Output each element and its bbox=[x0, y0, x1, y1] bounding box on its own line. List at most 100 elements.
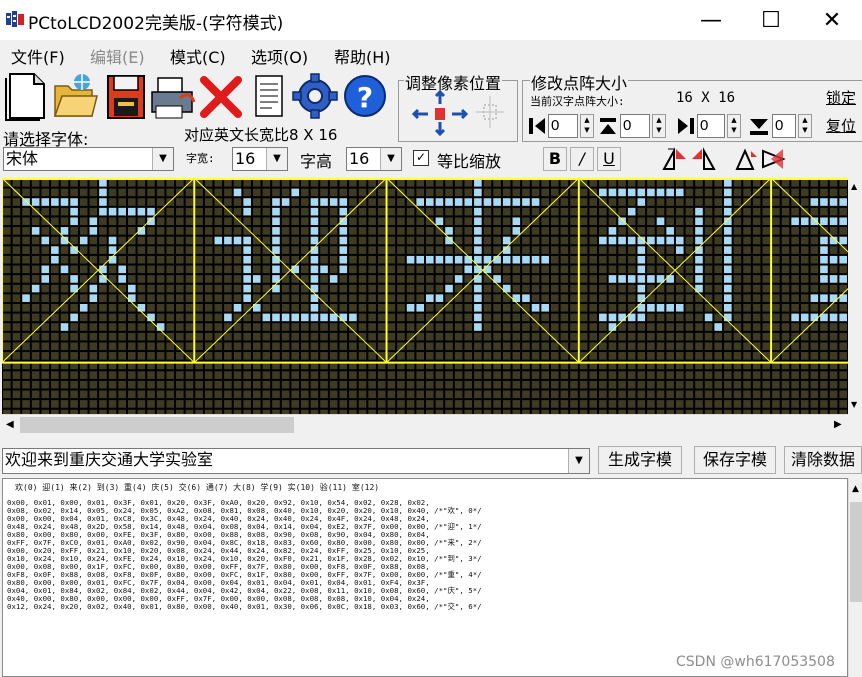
output-vertical-scrollbar[interactable]: ▲ bbox=[848, 478, 862, 677]
grid-dot bbox=[358, 255, 367, 264]
grid-dot bbox=[147, 207, 155, 216]
dot-matrix-grid[interactable] bbox=[2, 178, 848, 414]
print-icon[interactable] bbox=[150, 70, 196, 122]
bold-button[interactable]: B bbox=[543, 147, 567, 171]
lock-button[interactable]: 锁定 bbox=[826, 87, 856, 108]
grid-dot bbox=[79, 313, 88, 322]
flip-vertical-icon[interactable] bbox=[733, 147, 759, 171]
grid-dot bbox=[397, 275, 405, 283]
text-input[interactable]: 欢迎来到重庆交通大学实验室 ▼ bbox=[2, 448, 590, 474]
minimize-button[interactable]: — bbox=[681, 0, 741, 40]
italic-button[interactable]: / bbox=[570, 147, 594, 171]
scroll-left-icon[interactable]: ◀ bbox=[6, 419, 14, 430]
arrow-pad-icon[interactable] bbox=[410, 90, 508, 136]
proportional-checkbox[interactable]: ✓ bbox=[413, 150, 429, 166]
spin-bottom-stepper[interactable]: ▲ ▼ bbox=[798, 114, 812, 138]
scroll-thumb[interactable] bbox=[20, 417, 294, 433]
output-textarea[interactable]: 欢(0) 迎(1) 来(2) 到(3) 重(4) 庆(5) 交(6) 通(7) … bbox=[2, 478, 848, 677]
grid-dot bbox=[493, 179, 501, 187]
spin-bottom[interactable]: 0 bbox=[772, 114, 796, 138]
width-select[interactable]: 16 ▼ bbox=[232, 147, 288, 171]
grid-dot bbox=[79, 303, 88, 312]
grid-dot bbox=[272, 400, 280, 408]
grid-dot bbox=[531, 342, 540, 351]
delete-x-icon[interactable] bbox=[198, 70, 244, 122]
grid-dot bbox=[627, 246, 636, 254]
font-select[interactable]: 宋体 ▼ bbox=[3, 147, 174, 171]
scroll-up-icon[interactable]: ▲ bbox=[852, 484, 859, 494]
spin-left-stepper[interactable]: ▲ ▼ bbox=[580, 114, 594, 138]
grid-vertical-scrollbar[interactable]: ▲ ▼ bbox=[848, 178, 862, 414]
scroll-right-icon[interactable]: ▶ bbox=[834, 419, 842, 430]
grid-dot bbox=[589, 255, 598, 264]
scroll-up-icon[interactable]: ▲ bbox=[851, 182, 857, 191]
reset-button[interactable]: 复位 bbox=[826, 115, 856, 136]
menu-bar: 文件(F) 编辑(E) 模式(C) 选项(O) 帮助(H) bbox=[0, 40, 862, 68]
save-disk-icon[interactable] bbox=[104, 70, 150, 122]
generate-button[interactable]: 生成字模 bbox=[598, 446, 682, 474]
menu-help[interactable]: 帮助(H) bbox=[334, 44, 391, 68]
rotate-icon[interactable] bbox=[761, 147, 787, 171]
grid-dot bbox=[137, 390, 146, 399]
spin-right[interactable]: 0 bbox=[697, 114, 725, 138]
menu-mode[interactable]: 模式(C) bbox=[170, 44, 226, 68]
spin-top-stepper[interactable]: ▲ ▼ bbox=[652, 114, 666, 138]
mirror-left-icon[interactable] bbox=[662, 147, 688, 171]
grid-dot bbox=[291, 255, 300, 264]
scroll-thumb[interactable] bbox=[850, 502, 862, 602]
shrink-left-icon[interactable] bbox=[527, 115, 547, 137]
grid-dot bbox=[252, 188, 261, 197]
grid-dot bbox=[339, 303, 348, 312]
grid-dot bbox=[560, 332, 569, 341]
grid-horizontal-scrollbar[interactable]: ◀ ▶ bbox=[2, 414, 848, 437]
settings-gear-icon[interactable] bbox=[292, 70, 338, 122]
grid-dot bbox=[695, 265, 703, 274]
grid-dot bbox=[724, 275, 732, 283]
new-file-icon[interactable] bbox=[4, 70, 50, 122]
shrink-top-icon[interactable] bbox=[598, 115, 618, 137]
notepad-icon[interactable] bbox=[246, 70, 292, 122]
spin-top[interactable]: 0 bbox=[620, 114, 650, 138]
grid-dot bbox=[772, 275, 780, 283]
height-select[interactable]: 16 ▼ bbox=[346, 147, 402, 171]
grid-canvas[interactable] bbox=[2, 178, 848, 414]
grid-dot bbox=[339, 371, 348, 379]
grid-dot bbox=[445, 390, 453, 399]
grid-dot bbox=[349, 198, 357, 206]
grid-dot bbox=[185, 400, 194, 408]
grid-dot bbox=[599, 246, 607, 254]
grid-dot bbox=[329, 255, 338, 264]
shrink-bottom-icon[interactable] bbox=[748, 115, 770, 137]
maximize-button[interactable]: ☐ bbox=[741, 0, 801, 40]
menu-options[interactable]: 选项(O) bbox=[251, 44, 308, 68]
grid-dot bbox=[522, 294, 530, 302]
close-button[interactable]: ✕ bbox=[802, 0, 862, 40]
grid-dot bbox=[41, 284, 50, 293]
spin-right-stepper[interactable]: ▲ ▼ bbox=[727, 114, 741, 138]
grid-dot bbox=[579, 265, 588, 274]
grid-dot bbox=[560, 246, 569, 254]
grid-dot bbox=[310, 371, 319, 379]
underline-button[interactable]: U bbox=[597, 147, 621, 171]
save-font-button[interactable]: 保存字模 bbox=[694, 446, 776, 474]
grid-dot bbox=[185, 342, 194, 351]
grid-dot bbox=[99, 284, 107, 293]
grid-dot bbox=[31, 265, 40, 274]
grid-dot bbox=[108, 179, 117, 187]
grid-dot bbox=[60, 313, 69, 322]
grid-dot bbox=[3, 246, 11, 254]
clear-data-button[interactable]: 清除数据 bbox=[784, 446, 862, 474]
grid-dot bbox=[397, 227, 405, 235]
open-folder-icon[interactable] bbox=[52, 70, 98, 122]
mirror-right-icon[interactable] bbox=[690, 147, 716, 171]
help-icon[interactable]: ? bbox=[342, 70, 388, 122]
scroll-down-icon[interactable]: ▼ bbox=[851, 400, 857, 409]
spin-left[interactable]: 0 bbox=[548, 114, 578, 138]
menu-file[interactable]: 文件(F) bbox=[11, 44, 65, 68]
grid-dot bbox=[397, 352, 405, 360]
grid-dot bbox=[474, 323, 482, 331]
menu-edit[interactable]: 编辑(E) bbox=[90, 44, 145, 68]
grid-dot bbox=[502, 236, 511, 245]
shrink-right-icon[interactable] bbox=[674, 115, 696, 137]
grid-dot bbox=[656, 380, 665, 389]
